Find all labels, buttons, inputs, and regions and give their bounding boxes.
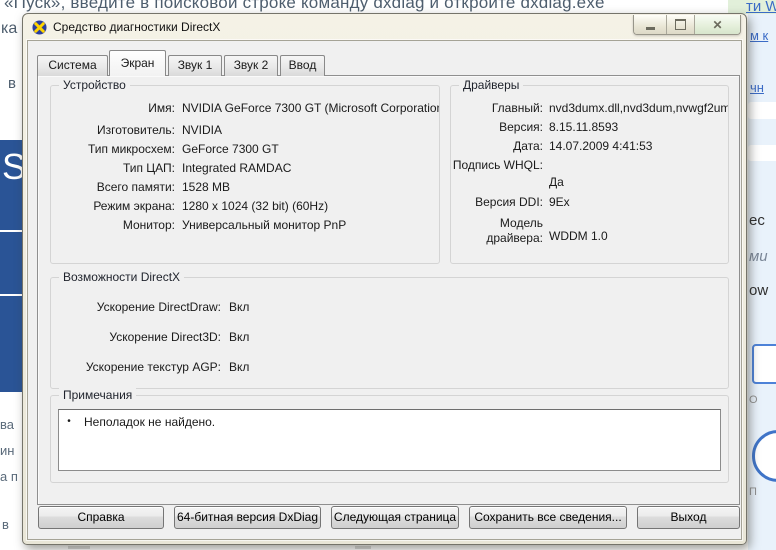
- next-page-button[interactable]: Следующая страница: [331, 506, 459, 529]
- maximize-button[interactable]: [667, 15, 695, 34]
- bg-text-fragment: П: [749, 486, 757, 498]
- group-drivers: Драйверы Главный: nvd3dumx.dll,nvd3dum,nv…: [450, 78, 729, 264]
- bg-text-fragment: [68, 546, 90, 549]
- bg-text-fragment: ин: [0, 443, 15, 458]
- bg-instruction-text: «Пуск», введите в поисковой строке коман…: [4, 0, 605, 12]
- bg-link-fragment[interactable]: м к: [750, 28, 768, 43]
- group-notes-title: Примечания: [59, 388, 137, 403]
- window-title: Средство диагностики DirectX: [53, 20, 221, 34]
- tab-display[interactable]: Экран: [109, 50, 166, 76]
- drivers-rows: Главный:nvd3dumx.dll,nvd3dum,nvwgf2umx.d…: [451, 86, 728, 246]
- bg-link-fragment[interactable]: чн: [750, 80, 764, 95]
- driver-row: Дата: 14.07.2009 4:41:53: [513, 139, 653, 153]
- group-device-title: Устройство: [59, 78, 130, 93]
- notes-textbox[interactable]: • Неполадок не найдено.: [58, 409, 721, 471]
- group-drivers-title: Драйверы: [459, 78, 524, 93]
- bg-list-band: [748, 145, 776, 161]
- display-tab-panel: Устройство Имя: NVIDIA GeForce 7300 GT (M…: [37, 75, 740, 505]
- tab-sound1[interactable]: Звук 1: [168, 55, 222, 76]
- close-icon: ✕: [712, 17, 723, 32]
- bg-text-fragment: О: [749, 394, 758, 406]
- maximize-icon: [675, 19, 686, 30]
- bg-banner-divider: [0, 294, 22, 296]
- bg-text-fragment: ес: [749, 212, 765, 229]
- device-row: Монитор: Универсальный монитор PnP: [122, 218, 347, 232]
- driver-row: Подпись WHQL: Да: [452, 158, 564, 189]
- bg-blue-banner: S: [0, 140, 26, 392]
- window-controls: ✕: [633, 15, 741, 35]
- bg-text-fragment: ка: [1, 20, 18, 37]
- tab-input[interactable]: Ввод: [280, 55, 325, 76]
- help-button[interactable]: Справка: [38, 506, 164, 529]
- save-all-info-button[interactable]: Сохранить все сведения...: [469, 506, 627, 529]
- feature-row: Ускорение DirectDraw: Вкл: [96, 300, 250, 314]
- device-row: Всего памяти: 1528 MB: [96, 180, 231, 194]
- bullet-icon: •: [67, 416, 71, 427]
- bg-text-fragment: [355, 546, 371, 549]
- driver-row: Модель драйвера: WDDM 1.0: [486, 216, 608, 245]
- tab-sound2[interactable]: Звук 2: [224, 55, 278, 76]
- bg-text-fragment: ми: [749, 248, 768, 265]
- directx-icon: [32, 19, 47, 35]
- exit-button[interactable]: Выход: [637, 506, 740, 529]
- device-row: Имя: NVIDIA GeForce 7300 GT (Microsoft Co…: [148, 101, 439, 115]
- device-rows: Имя: NVIDIA GeForce 7300 GT (Microsoft Co…: [51, 86, 439, 235]
- tab-system[interactable]: Система: [37, 55, 108, 76]
- group-notes: Примечания • Неполадок не найдено.: [50, 388, 729, 483]
- bg-text-fragment: ва: [0, 417, 14, 432]
- bg-text-fragment: ow: [749, 282, 769, 299]
- bg-circle-icon: [752, 430, 776, 482]
- bg-text-fragment: а п: [0, 469, 18, 484]
- driver-row: Версия: 8.15.11.8593: [499, 120, 619, 134]
- feature-row: Ускорение текстур AGP: Вкл: [85, 360, 250, 374]
- group-directx-features: Возможности DirectX Ускорение DirectDraw…: [50, 270, 729, 389]
- feature-row: Ускорение Direct3D: Вкл: [109, 330, 250, 344]
- group-features-title: Возможности DirectX: [59, 270, 185, 285]
- minimize-button[interactable]: [634, 15, 667, 34]
- device-row: Изготовитель: NVIDIA: [97, 123, 223, 137]
- device-row: Режим экрана: 1280 x 1024 (32 bit) (60Hz): [93, 199, 329, 213]
- close-button[interactable]: ✕: [695, 15, 740, 34]
- features-rows: Ускорение DirectDraw: Вкл Ускорение Direc…: [51, 278, 728, 374]
- bg-text-fragment: в: [2, 517, 9, 532]
- bg-text-fragment: в: [8, 75, 16, 92]
- dxdiag-64bit-button[interactable]: 64-битная версия DxDiag: [174, 506, 321, 529]
- notes-item: • Неполадок не найдено.: [59, 410, 720, 430]
- bg-banner-divider: [0, 230, 22, 232]
- bg-square-icon: [752, 344, 776, 384]
- driver-row: Версия DDI: 9Ex: [475, 195, 570, 209]
- group-device: Устройство Имя: NVIDIA GeForce 7300 GT (M…: [50, 78, 440, 264]
- dialog-client-area: Система Экран Звук 1 Звук 2 Ввод Устройс…: [27, 40, 742, 540]
- dxdiag-window: Средство диагностики DirectX ✕ Система Э…: [22, 13, 747, 545]
- bg-right-panel: м к чн ес ми ow О П: [748, 14, 776, 550]
- footer-button-row: Справка 64-битная версия DxDiag Следующа…: [38, 506, 740, 529]
- driver-row: Главный:nvd3dumx.dll,nvd3dum,nvwgf2umx.d…: [491, 101, 728, 115]
- device-row: Тип ЦАП: Integrated RAMDAC: [122, 161, 292, 175]
- tab-bar: Система Экран Звук 1 Звук 2 Ввод: [37, 50, 327, 76]
- bg-list-band: [748, 102, 776, 119]
- device-row: Тип микросхем: GeForce 7300 GT: [87, 142, 279, 156]
- bg-link-fragment[interactable]: ти W: [746, 0, 776, 15]
- minimize-icon: [645, 27, 655, 30]
